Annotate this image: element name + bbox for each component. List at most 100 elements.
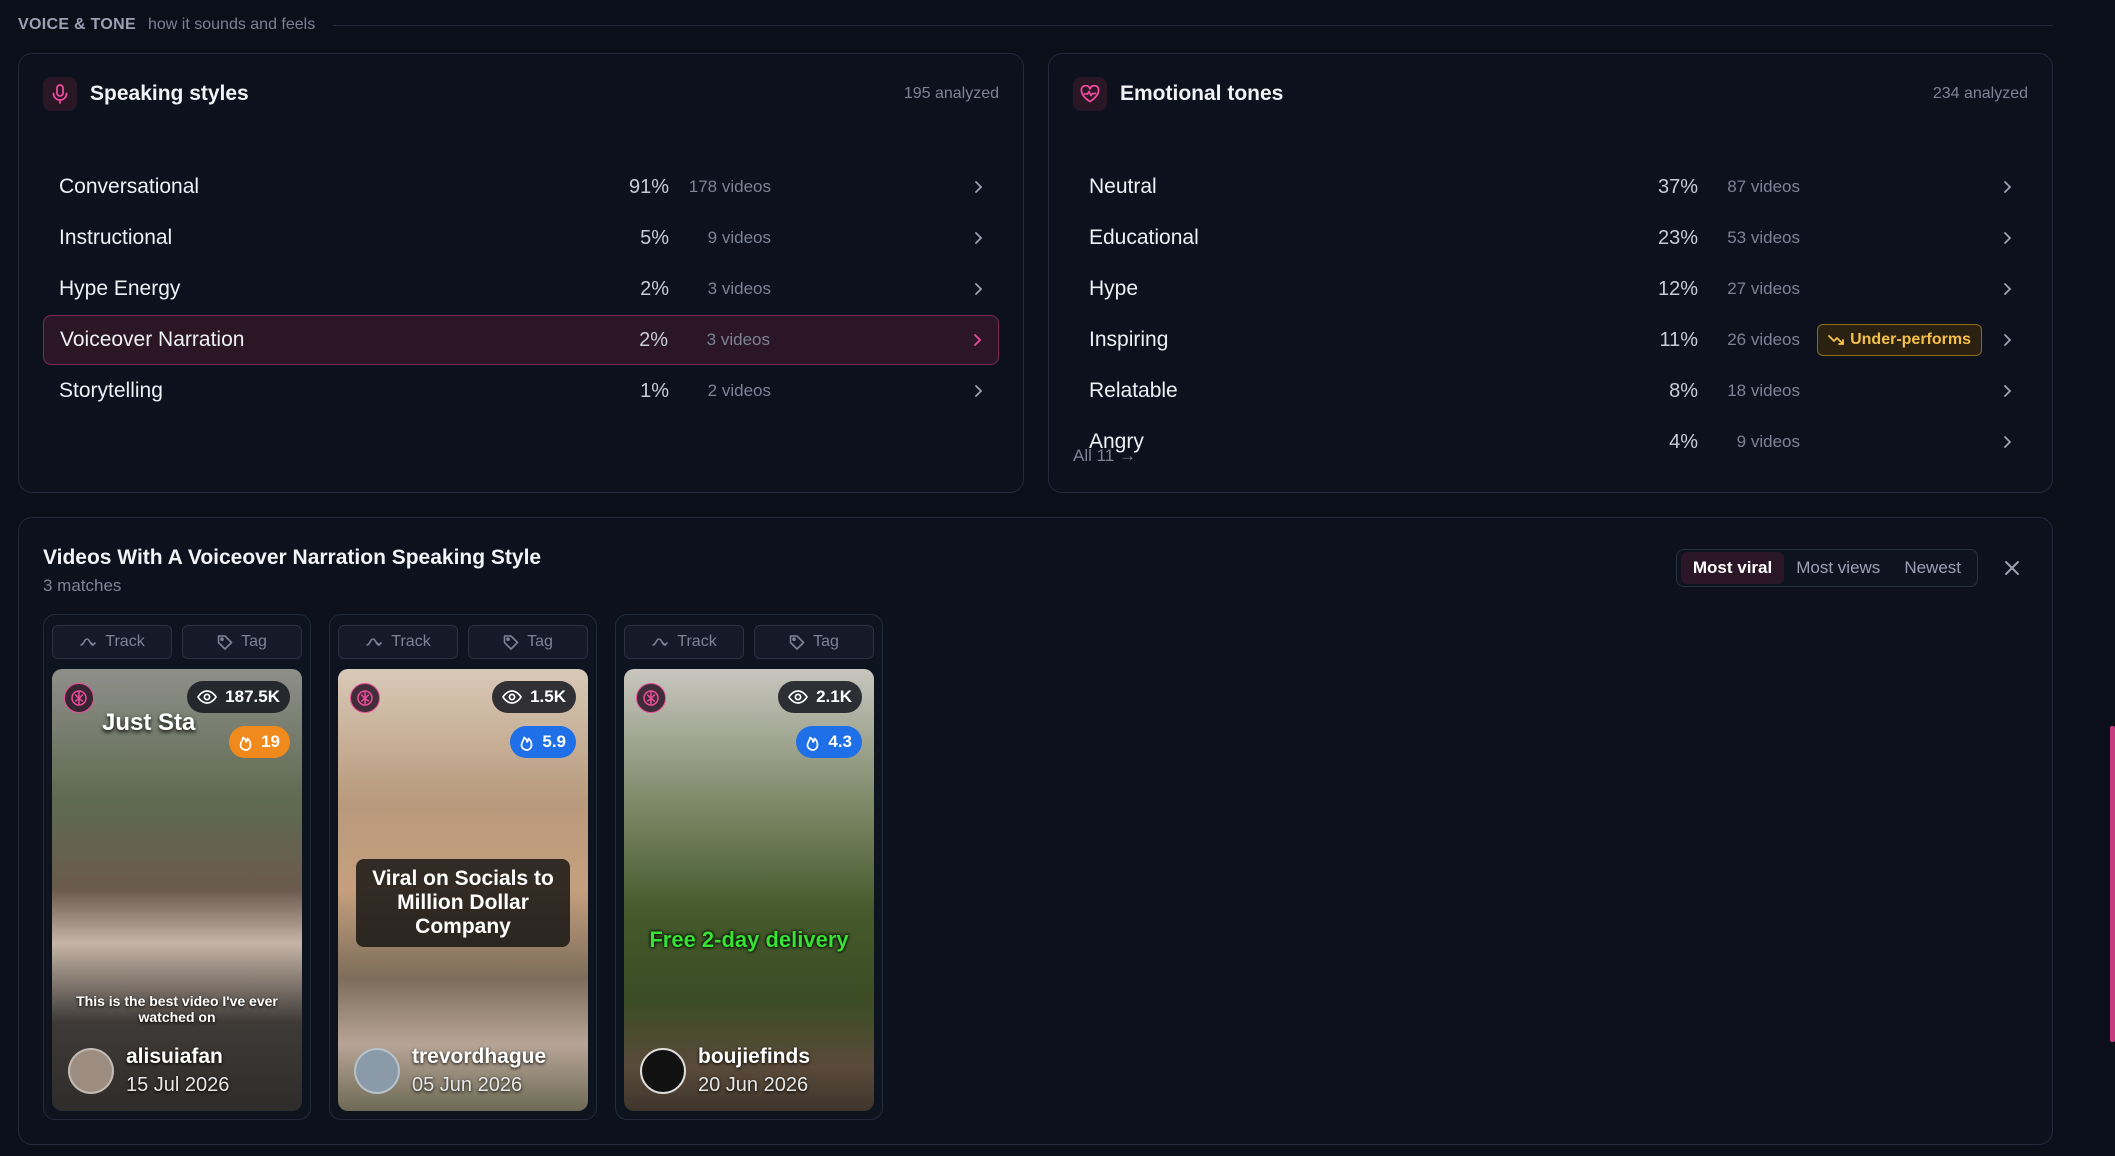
creator-text: trevordhague 05 Jun 2026: [412, 1045, 546, 1097]
chevron-right-icon: [2004, 436, 2012, 448]
section-subtitle: how it sounds and feels: [148, 16, 316, 33]
row-video-count: 3 videos: [707, 279, 771, 298]
creator-meta: boujiefinds 20 Jun 2026: [640, 1045, 810, 1097]
all-tones-link[interactable]: All 11 →: [1073, 446, 1136, 466]
card-actions: Track Tag: [624, 625, 874, 659]
tag-icon: [503, 635, 519, 650]
speaking-row-conversational[interactable]: Conversational 91% 178 videos: [43, 162, 999, 212]
row-video-count: 9 videos: [1736, 432, 1800, 451]
speaking-row-hype-energy[interactable]: Hype Energy 2% 3 videos: [43, 264, 999, 314]
video-card[interactable]: Track Tag Free 2-day delivery 2.1K 4.3 b…: [615, 614, 883, 1120]
row-percent: 91%: [628, 175, 669, 198]
track-button[interactable]: Track: [52, 625, 172, 659]
scrollbar-thumb[interactable]: [2110, 726, 2115, 1042]
speaking-styles-count: 195 analyzed: [903, 85, 999, 102]
chevron-right-icon: [2004, 232, 2012, 244]
sort-most-views-button[interactable]: Most views: [1784, 552, 1892, 584]
chevron-right-icon: [974, 334, 982, 346]
track-icon: [652, 638, 669, 647]
video-thumbnail[interactable]: Viral on Socials to Million Dollar Compa…: [338, 669, 588, 1111]
speaking-row-storytelling[interactable]: Storytelling 1% 2 videos: [43, 366, 999, 416]
eye-icon: [502, 690, 523, 704]
tag-button[interactable]: Tag: [182, 625, 302, 659]
chevron-right-icon: [2004, 181, 2012, 193]
row-percent: 12%: [1657, 277, 1698, 300]
views-badge: 2.1K: [778, 681, 862, 713]
row-percent: 2%: [640, 277, 669, 300]
tag-label: Tag: [813, 633, 839, 650]
views-count: 187.5K: [225, 687, 280, 706]
video-card[interactable]: Track Tag Viral on Socials to Million Do…: [329, 614, 597, 1120]
tone-row-angry[interactable]: Angry 4% 9 videos: [1073, 417, 2028, 467]
tone-row-hype[interactable]: Hype 12% 27 videos: [1073, 264, 2028, 314]
chevron-right-icon: [2004, 283, 2012, 295]
thumbnail-overlay-text: Free 2-day delivery: [649, 927, 849, 952]
views-count: 1.5K: [530, 687, 566, 706]
row-label: Voiceover Narration: [60, 328, 245, 351]
row-video-count: 87 videos: [1727, 177, 1800, 196]
viral-score: 4.3: [828, 732, 852, 751]
row-label: Neutral: [1089, 175, 1157, 198]
sort-newest-button[interactable]: Newest: [1892, 552, 1973, 584]
viral-score-badge: 4.3: [796, 726, 862, 758]
post-date: 05 Jun 2026: [412, 1074, 523, 1096]
sort-most-viral-button[interactable]: Most viral: [1680, 552, 1785, 584]
avatar[interactable]: [68, 1048, 114, 1094]
card-actions: Track Tag: [338, 625, 588, 659]
tone-row-neutral[interactable]: Neutral 37% 87 videos: [1073, 162, 2028, 212]
tag-label: Tag: [241, 633, 267, 650]
avatar[interactable]: [640, 1048, 686, 1094]
track-icon: [366, 638, 383, 647]
row-video-count: 9 videos: [707, 228, 771, 247]
emotional-tones-panel: Emotional tones 234 analyzed Neutral 37%…: [1048, 53, 2053, 493]
close-icon[interactable]: [2002, 558, 2022, 578]
video-thumbnail[interactable]: Free 2-day delivery 2.1K 4.3 boujiefinds: [624, 669, 874, 1111]
chevron-right-icon: [975, 385, 983, 397]
tag-button[interactable]: Tag: [754, 625, 874, 659]
voice-tone-page: VOICE & TONE how it sounds and feels Spe…: [0, 0, 2115, 1156]
speaking-row-voiceover-narration[interactable]: Voiceover Narration 2% 3 videos: [43, 315, 999, 365]
tone-row-inspiring[interactable]: Inspiring 11% 26 videos Under-performs: [1073, 315, 2028, 365]
speaking-styles-header: Speaking styles 195 analyzed: [43, 76, 999, 112]
row-percent: 11%: [1659, 328, 1698, 351]
views-badge: 187.5K: [187, 681, 290, 713]
tone-row-relatable[interactable]: Relatable 8% 18 videos: [1073, 366, 2028, 416]
viral-score-badge: 5.9: [510, 726, 576, 758]
creator-text: alisuiafan 15 Jul 2026: [126, 1045, 229, 1097]
row-label: Conversational: [59, 175, 200, 198]
heart-pulse-icon: [1073, 77, 1107, 111]
microphone-icon: [43, 77, 77, 111]
thumbnail-overlay-text: Just Sta: [102, 709, 196, 736]
row-label: Hype: [1089, 277, 1139, 300]
emotional-tones-count: 234 analyzed: [1932, 85, 2028, 102]
avatar[interactable]: [354, 1048, 400, 1094]
tag-label: Tag: [527, 633, 553, 650]
creator-username[interactable]: trevordhague: [412, 1045, 546, 1069]
section-divider: [333, 24, 2053, 26]
results-count: 3 matches: [43, 576, 122, 595]
creator-username[interactable]: alisuiafan: [126, 1045, 229, 1069]
brain-icon: [636, 683, 666, 713]
row-video-count: 18 videos: [1727, 381, 1800, 400]
creator-meta: alisuiafan 15 Jul 2026: [68, 1045, 229, 1097]
video-card[interactable]: Track Tag Just Sta This is the best vide…: [43, 614, 311, 1120]
track-button[interactable]: Track: [338, 625, 458, 659]
chevron-right-icon: [975, 232, 983, 244]
tone-row-educational[interactable]: Educational 23% 53 videos: [1073, 213, 2028, 263]
views-count: 2.1K: [816, 687, 852, 706]
viral-score: 5.9: [542, 732, 566, 751]
tag-button[interactable]: Tag: [468, 625, 588, 659]
row-percent: 4%: [1669, 430, 1698, 453]
card-actions: Track Tag: [52, 625, 302, 659]
tag-icon: [789, 635, 805, 650]
row-percent: 5%: [640, 226, 669, 249]
video-thumbnail[interactable]: Just Sta This is the best video I've eve…: [52, 669, 302, 1111]
speaking-styles-title: Speaking styles: [90, 82, 249, 105]
speaking-row-instructional[interactable]: Instructional 5% 9 videos: [43, 213, 999, 263]
creator-username[interactable]: boujiefinds: [698, 1045, 810, 1069]
section-title: VOICE & TONE: [18, 16, 136, 33]
post-date: 20 Jun 2026: [698, 1074, 809, 1096]
section-header: VOICE & TONE how it sounds and feels: [18, 14, 2053, 36]
badge-label: Under-performs: [1850, 331, 1971, 348]
track-button[interactable]: Track: [624, 625, 744, 659]
